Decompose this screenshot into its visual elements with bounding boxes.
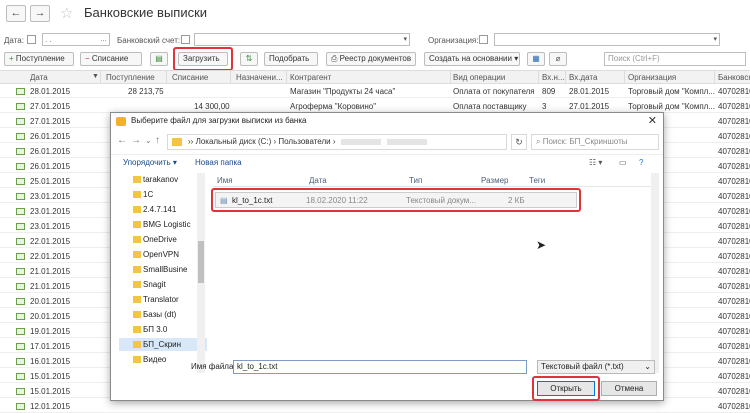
col-size[interactable]: Размер bbox=[481, 176, 509, 185]
arrow-up-icon[interactable]: ↑ bbox=[155, 135, 160, 146]
folder-icon bbox=[133, 191, 141, 198]
app-1c-icon bbox=[116, 117, 126, 126]
file-open-dialog: Выберите файл для загрузки выписки из ба… bbox=[110, 112, 664, 401]
tree-item-label: Snagit bbox=[143, 280, 166, 289]
tree-item-label: tarakanov bbox=[143, 175, 179, 184]
close-icon[interactable]: ✕ bbox=[648, 114, 657, 127]
chevron-down-icon[interactable]: ⌄ bbox=[145, 136, 152, 145]
tree-item[interactable]: tarakanov bbox=[119, 173, 207, 186]
redacted-path bbox=[386, 138, 427, 145]
folder-tree: tarakanov 1C 2.4.7.141 BMG Logistic OneDrive… bbox=[119, 173, 207, 373]
tree-item-label: 1C bbox=[143, 190, 154, 199]
col-date[interactable]: Дата bbox=[309, 176, 327, 185]
folder-icon bbox=[133, 311, 141, 318]
filetype-select[interactable]: Текстовый файл (*.txt) ⌄ bbox=[537, 360, 655, 374]
tree-item[interactable]: Snagit bbox=[119, 278, 207, 291]
tree-item-label: OpenVPN bbox=[143, 250, 180, 259]
tree-item-label: 2.4.7.141 bbox=[143, 205, 177, 214]
file-scrollbar[interactable] bbox=[651, 173, 659, 373]
arrow-right-icon[interactable]: → bbox=[131, 135, 141, 146]
tree-item[interactable]: 1C bbox=[119, 188, 207, 201]
refresh-icon[interactable]: ↻ bbox=[511, 134, 527, 150]
col-tags[interactable]: Теги bbox=[529, 176, 545, 185]
dialog-titlebar: Выберите файл для загрузки выписки из ба… bbox=[111, 113, 663, 130]
tree-item-label: Translator bbox=[143, 295, 179, 304]
tree-item[interactable]: Translator bbox=[119, 293, 207, 306]
help-icon[interactable]: ? bbox=[639, 158, 643, 167]
tree-item[interactable]: Базы (dt) bbox=[119, 308, 207, 321]
address-bar-row: ← → ⌄ ↑ ›› Локальный диск (C:) › Пользов… bbox=[111, 131, 663, 153]
organize-menu[interactable]: Упорядочить ▾ bbox=[123, 158, 177, 167]
search-icon: ⌕ bbox=[536, 137, 543, 146]
preview-pane-icon[interactable]: ▭ bbox=[619, 158, 627, 167]
tree-item[interactable]: 2.4.7.141 bbox=[119, 203, 207, 216]
tree-item-label: БП 3.0 bbox=[143, 325, 168, 334]
tree-item[interactable]: OneDrive bbox=[119, 233, 207, 246]
tree-item[interactable]: БП 3.0 bbox=[119, 323, 207, 336]
file-highlight bbox=[211, 188, 581, 212]
tree-item-label: БП_Скрин bbox=[143, 340, 182, 349]
folder-icon bbox=[133, 176, 141, 183]
tree-item-label: Видео bbox=[143, 355, 167, 364]
folder-icon bbox=[133, 236, 141, 243]
folder-icon bbox=[172, 138, 182, 146]
tree-item-label: SmallBusine bbox=[143, 265, 188, 274]
arrow-left-icon[interactable]: ← bbox=[117, 135, 127, 146]
folder-icon bbox=[133, 206, 141, 213]
view-options-icon[interactable]: ☷ ▾ bbox=[589, 158, 602, 167]
redacted-path bbox=[340, 138, 381, 145]
tree-item[interactable]: OpenVPN bbox=[119, 248, 207, 261]
mouse-cursor-icon: ➤ bbox=[536, 238, 547, 252]
col-type[interactable]: Тип bbox=[409, 176, 422, 185]
cancel-button[interactable]: Отмена bbox=[601, 381, 657, 396]
new-folder-button[interactable]: Новая папка bbox=[195, 158, 242, 167]
tree-item-label: BMG Logistic bbox=[143, 220, 191, 229]
open-button-highlight bbox=[532, 376, 600, 401]
folder-icon bbox=[133, 356, 141, 363]
address-path[interactable]: ›› Локальный диск (C:) › Пользователи › bbox=[167, 134, 507, 150]
folder-icon bbox=[133, 221, 141, 228]
tree-item[interactable]: BMG Logistic bbox=[119, 218, 207, 231]
dialog-search-input[interactable]: ⌕ Поиск: БП_Скриншоты bbox=[531, 134, 659, 150]
filename-input[interactable]: kl_to_1c.txt bbox=[233, 360, 527, 374]
folder-icon bbox=[133, 326, 141, 333]
tree-item-label: Базы (dt) bbox=[143, 310, 177, 319]
tree-item[interactable]: БП_Скрин bbox=[119, 338, 207, 351]
tree-item[interactable]: SmallBusine bbox=[119, 263, 207, 276]
folder-icon bbox=[133, 266, 141, 273]
dialog-toolbar: Упорядочить ▾ Новая папка ☷ ▾ ▭ ? bbox=[111, 154, 663, 170]
folder-icon bbox=[133, 251, 141, 258]
chevron-down-icon: ⌄ bbox=[644, 362, 651, 371]
folder-icon bbox=[133, 296, 141, 303]
file-list-header: Имя Дата Тип Размер Теги bbox=[213, 175, 657, 187]
folder-icon bbox=[133, 281, 141, 288]
dialog-title: Выберите файл для загрузки выписки из ба… bbox=[131, 116, 307, 125]
tree-scroll-thumb[interactable] bbox=[198, 241, 204, 283]
tree-item-label: OneDrive bbox=[143, 235, 177, 244]
col-name[interactable]: Имя bbox=[217, 176, 233, 185]
folder-icon bbox=[133, 341, 141, 348]
filename-label: Имя файла: bbox=[191, 362, 236, 371]
